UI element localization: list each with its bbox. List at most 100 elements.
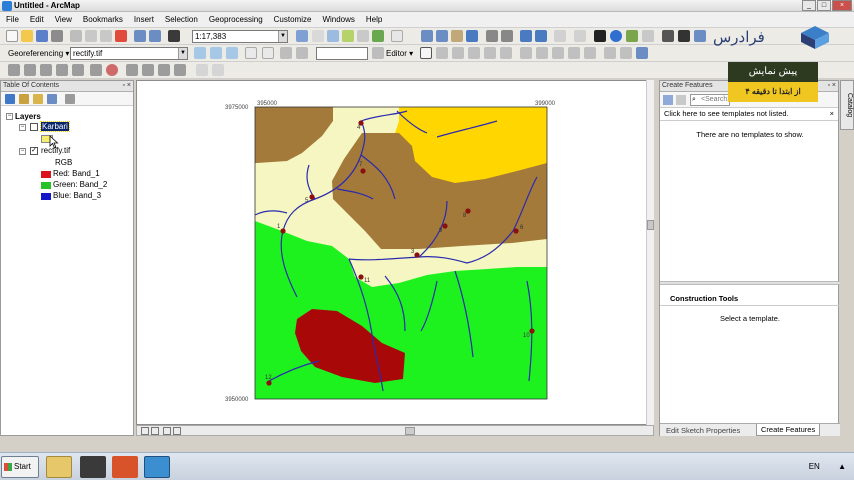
karbari-collapse-icon[interactable]: − [19, 124, 26, 131]
full-extent-icon[interactable] [466, 30, 478, 42]
layers-root[interactable]: Layers [15, 112, 41, 121]
change-layout-icon[interactable] [106, 64, 118, 76]
fixed-zoom-out-icon[interactable] [501, 30, 513, 42]
data-view-icon[interactable] [151, 427, 159, 435]
fixed-zoom-icon[interactable] [90, 64, 102, 76]
layout-back-icon[interactable] [126, 64, 138, 76]
new-icon[interactable] [6, 30, 18, 42]
layers-collapse-icon[interactable]: − [6, 113, 13, 120]
list-by-visibility-icon[interactable] [33, 94, 43, 104]
layout-tool-icon[interactable] [196, 64, 208, 76]
tab-edit-sketch-properties[interactable]: Edit Sketch Properties [664, 425, 742, 436]
delete-icon[interactable] [115, 30, 127, 42]
minimize-button[interactable]: _ [802, 0, 816, 11]
select-features-icon[interactable] [554, 30, 566, 42]
powerpoint-taskbar-icon[interactable] [112, 456, 138, 478]
rectify-checkbox[interactable]: ✓ [30, 147, 38, 155]
rotate-icon[interactable] [194, 47, 206, 59]
layout-forward-icon[interactable] [142, 64, 154, 76]
close-button[interactable]: × [832, 0, 852, 11]
catalog-window-icon[interactable] [327, 30, 339, 42]
template-search-input[interactable]: <Search> [690, 94, 731, 106]
toggle-draft-icon[interactable] [158, 64, 170, 76]
html-popup-icon[interactable] [642, 30, 654, 42]
split-icon[interactable] [568, 47, 580, 59]
model-builder-icon[interactable] [391, 30, 403, 42]
arcmap-taskbar-icon[interactable] [144, 456, 170, 478]
open-icon[interactable] [21, 30, 33, 42]
templates-hint-row[interactable]: Click here to see templates not listed. … [660, 108, 838, 121]
templates-hint[interactable]: Click here to see templates not listed. [664, 109, 789, 118]
zoom-whole-page-icon[interactable] [56, 64, 68, 76]
cut-icon[interactable] [70, 30, 82, 42]
zoom-in-icon[interactable] [421, 30, 433, 42]
layout-view-icon[interactable] [141, 427, 149, 435]
trace-icon[interactable] [484, 47, 496, 59]
menu-selection[interactable]: Selection [165, 15, 198, 24]
arctoolbox-icon[interactable] [357, 30, 369, 42]
georeferencing-menu[interactable]: Georeferencing ▾ [8, 49, 69, 58]
page-zoom-in-icon[interactable] [8, 64, 20, 76]
pan-icon[interactable] [451, 30, 463, 42]
paste-icon[interactable] [100, 30, 112, 42]
attributes-icon[interactable] [604, 47, 616, 59]
back-icon[interactable] [520, 30, 532, 42]
hyperlink-icon[interactable] [626, 30, 638, 42]
camera-taskbar-icon[interactable] [80, 456, 106, 478]
karbari-checkbox[interactable] [30, 123, 38, 131]
create-features-icon[interactable] [636, 47, 648, 59]
clear-selection-icon[interactable] [574, 30, 586, 42]
zoom-out-icon[interactable] [436, 30, 448, 42]
pause-drawing-icon[interactable] [173, 427, 181, 435]
link-table-icon[interactable] [262, 47, 274, 59]
rotate-edit-icon[interactable] [584, 47, 596, 59]
table-icon[interactable] [312, 30, 324, 42]
map-vertical-scrollbar[interactable] [646, 80, 654, 425]
menu-customize[interactable]: Customize [274, 15, 312, 24]
menu-edit[interactable]: Edit [30, 15, 44, 24]
reshape-icon[interactable] [536, 47, 548, 59]
menu-insert[interactable]: Insert [134, 15, 154, 24]
edit-vertices-icon[interactable] [520, 47, 532, 59]
layer-karbari[interactable]: Karbari [40, 121, 70, 132]
tray-expand-icon[interactable]: ▲ [838, 462, 846, 471]
chevron-down-icon[interactable]: ▼ [278, 31, 287, 42]
find-icon[interactable] [678, 30, 690, 42]
copy-icon[interactable] [85, 30, 97, 42]
list-by-selection-icon[interactable] [47, 94, 57, 104]
end-point-arc-icon[interactable] [468, 47, 480, 59]
editor-menu[interactable]: Editor ▾ [386, 49, 413, 58]
forward-icon[interactable] [535, 30, 547, 42]
page-zoom-out-icon[interactable] [24, 64, 36, 76]
panel-splitter[interactable] [660, 281, 840, 285]
maximize-button[interactable]: □ [817, 0, 831, 11]
map-canvas[interactable]: 4 7 5 8 9 6 1 11 10 12 3 395000 399000 3… [137, 81, 655, 426]
cut-polygons-icon[interactable] [552, 47, 564, 59]
point-icon[interactable] [500, 47, 512, 59]
python-icon[interactable] [372, 30, 384, 42]
map-display[interactable]: 4 7 5 8 9 6 1 11 10 12 3 395000 399000 3… [136, 80, 654, 425]
menu-file[interactable]: File [6, 15, 19, 24]
print-icon[interactable] [51, 30, 63, 42]
list-by-drawing-order-icon[interactable] [5, 94, 15, 104]
edit-tool-icon[interactable] [420, 47, 432, 59]
toc-options-icon[interactable] [65, 94, 75, 104]
go-to-xy-icon[interactable] [694, 30, 706, 42]
explorer-taskbar-icon[interactable] [46, 456, 72, 478]
identify-icon[interactable] [610, 30, 622, 42]
menu-windows[interactable]: Windows [322, 15, 354, 24]
view-link-icon[interactable] [296, 47, 308, 59]
scale-icon[interactable] [226, 47, 238, 59]
toc-close-icon[interactable]: ▫ × [122, 81, 131, 91]
layout-tool-2-icon[interactable] [212, 64, 224, 76]
start-button[interactable]: Start [1, 456, 39, 478]
horizontal-scroll-thumb[interactable] [405, 427, 415, 435]
tab-create-features[interactable]: Create Features [756, 424, 821, 436]
focus-data-frame-icon[interactable] [174, 64, 186, 76]
search-window-icon[interactable] [342, 30, 354, 42]
language-indicator[interactable]: EN [809, 462, 820, 471]
georef-layer-combo[interactable]: rectify.tif ▼ [70, 47, 188, 60]
organize-templates-icon[interactable] [663, 95, 673, 105]
layer-rectify[interactable]: rectify.tif [41, 146, 70, 155]
georef-input-field[interactable] [316, 47, 368, 60]
